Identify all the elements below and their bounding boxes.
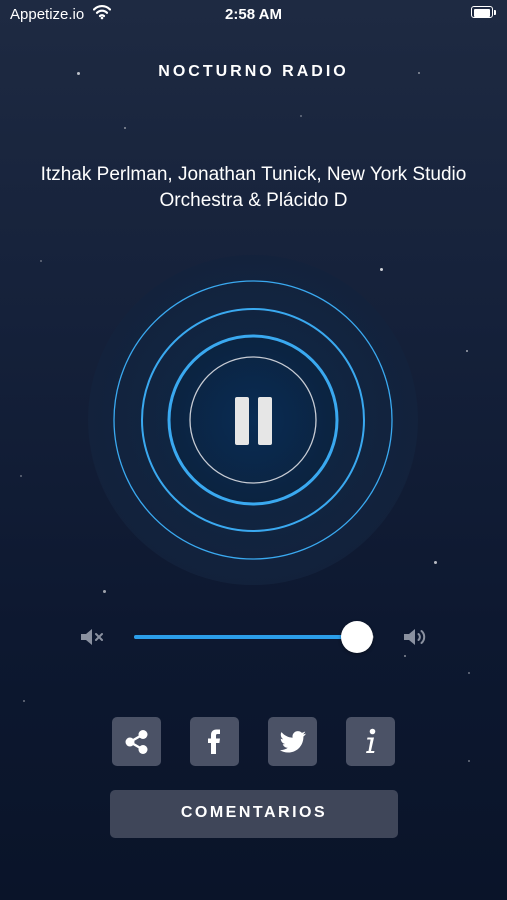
volume-slider-thumb[interactable] bbox=[341, 621, 374, 653]
now-playing-title: Itzhak Perlman, Jonathan Tunick, New Yor… bbox=[40, 164, 467, 211]
pause-icon bbox=[235, 397, 249, 445]
volume-control bbox=[0, 617, 507, 657]
status-time: 2:58 AM bbox=[225, 6, 282, 23]
player-visualizer bbox=[88, 255, 418, 585]
facebook-icon bbox=[208, 729, 220, 754]
battery-icon bbox=[471, 6, 497, 19]
comments-button[interactable]: COMENTARIOS bbox=[110, 790, 398, 838]
info-icon bbox=[366, 728, 376, 753]
volume-mute-icon bbox=[81, 629, 103, 645]
twitter-icon bbox=[279, 731, 306, 753]
volume-slider[interactable] bbox=[134, 621, 374, 653]
status-bar: Appetize.io 2:58 AM bbox=[0, 0, 507, 30]
volume-max-icon bbox=[404, 629, 426, 645]
volume-slider-fill bbox=[134, 635, 358, 639]
facebook-button[interactable] bbox=[190, 717, 239, 766]
info-button[interactable] bbox=[346, 717, 395, 766]
share-button[interactable] bbox=[112, 717, 161, 766]
play-pause-button[interactable] bbox=[190, 357, 316, 483]
twitter-button[interactable] bbox=[268, 717, 317, 766]
share-icon bbox=[125, 730, 148, 754]
station-name: NOCTURNO RADIO bbox=[158, 63, 349, 80]
